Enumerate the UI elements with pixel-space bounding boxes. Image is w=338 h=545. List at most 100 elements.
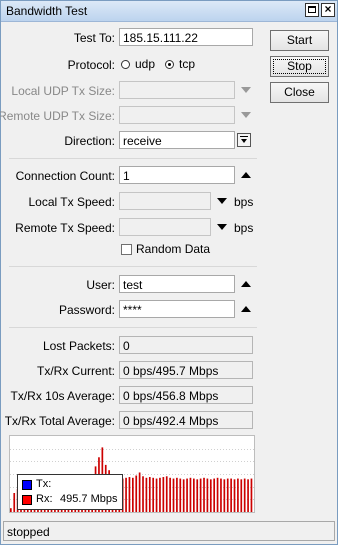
local-tx-speed-unit: bps (234, 195, 254, 209)
rx-bar (172, 478, 175, 512)
protocol-label: Protocol: (67, 58, 115, 72)
rx-bar (250, 478, 253, 512)
connection-count-label: Connection Count: (15, 169, 115, 183)
rx-bar (209, 479, 212, 512)
remote-tx-speed-unit: bps (234, 221, 254, 235)
lost-packets-value: 0 (119, 336, 253, 354)
local-tx-speed-input[interactable] (119, 192, 211, 210)
rx-bar (179, 478, 182, 512)
rx-bar (10, 508, 12, 512)
rx-bar (132, 477, 134, 512)
rx-legend-label: Rx: (36, 493, 53, 505)
protocol-tcp-label: tcp (179, 57, 196, 71)
graph-legend: Tx: Rx: 495.7 Mbps (17, 474, 123, 510)
local-udp-tx-size-input[interactable] (119, 81, 235, 99)
test-to-input[interactable]: 185.15.111.22 (119, 28, 253, 46)
rx-bar (199, 478, 202, 512)
test-to-label: Test To: (73, 31, 115, 45)
local-tx-speed-dropdown-icon[interactable] (217, 198, 227, 204)
password-collapse-icon[interactable] (241, 306, 251, 312)
stop-button[interactable]: Stop (270, 56, 329, 77)
rx-bar (189, 477, 192, 512)
tx-rx-10s-average-label: Tx/Rx 10s Average: (10, 389, 116, 403)
rx-bar (216, 477, 219, 512)
rx-bar (13, 493, 16, 512)
protocol-udp-radio[interactable] (121, 60, 130, 69)
start-button[interactable]: Start (270, 30, 329, 51)
random-data-label: Random Data (136, 242, 211, 256)
rx-bar (142, 476, 144, 512)
local-tx-speed-label: Local Tx Speed: (28, 195, 115, 209)
password-label: Password: (58, 303, 115, 317)
direction-dropdown-icon[interactable] (237, 133, 251, 147)
close-window-button[interactable]: × (321, 3, 335, 17)
rx-bar (247, 479, 249, 512)
window-title: Bandwidth Test (6, 4, 88, 18)
restore-button[interactable] (305, 3, 319, 17)
rx-bar (243, 478, 246, 512)
rx-bar (226, 478, 229, 512)
rx-bar (223, 479, 226, 512)
rx-bar (152, 477, 155, 512)
remote-tx-speed-input[interactable] (119, 218, 211, 236)
lost-packets-label: Lost Packets: (42, 339, 115, 353)
rx-bar (203, 477, 205, 512)
rx-bar (193, 478, 195, 512)
separator (9, 327, 257, 328)
rx-bar (220, 478, 222, 512)
user-input[interactable]: test (119, 275, 235, 293)
user-label: User: (86, 278, 115, 292)
protocol-udp-label: udp (135, 57, 156, 71)
protocol-tcp-radio[interactable] (165, 60, 174, 69)
traffic-graph: Tx: Rx: 495.7 Mbps (9, 435, 255, 513)
rx-bar (230, 478, 232, 512)
rx-bar (145, 477, 148, 512)
rx-bar (148, 477, 151, 512)
remote-udp-tx-size-dropdown-icon[interactable] (241, 112, 251, 118)
close-button[interactable]: Close (270, 82, 329, 103)
rx-legend-swatch (22, 495, 32, 505)
remote-tx-speed-label: Remote Tx Speed: (15, 221, 115, 235)
rx-bar (159, 477, 161, 512)
rx-bar (233, 479, 236, 512)
rx-bar (206, 478, 209, 512)
rx-bar (128, 477, 131, 512)
rx-bar (196, 479, 199, 512)
tx-legend-label: Tx: (36, 478, 52, 490)
connection-count-input[interactable]: 1 (119, 166, 235, 184)
remote-udp-tx-size-input[interactable] (119, 106, 235, 124)
rx-bar (176, 477, 178, 512)
rx-bar (165, 476, 168, 512)
tx-rx-total-average-value: 0 bps/492.4 Mbps (119, 411, 253, 429)
remote-udp-tx-size-label: Remote UDP Tx Size: (0, 109, 115, 123)
bandwidth-test-window: Bandwidth Test × Start Stop Close Test T… (0, 0, 338, 545)
tx-rx-total-average-label: Tx/Rx Total Average: (4, 414, 115, 428)
tx-rx-current-value: 0 bps/495.7 Mbps (119, 361, 253, 379)
status-bar: stopped (3, 521, 335, 541)
direction-label: Direction: (64, 134, 115, 148)
tx-rx-current-label: Tx/Rx Current: (36, 364, 115, 378)
password-input[interactable]: **** (119, 300, 235, 318)
rx-bar (162, 477, 165, 512)
rx-bar (138, 472, 141, 512)
remote-tx-speed-dropdown-icon[interactable] (217, 224, 227, 230)
title-bar[interactable]: Bandwidth Test × (1, 1, 337, 22)
rx-bar (155, 478, 158, 512)
rx-bar (213, 478, 216, 512)
user-collapse-icon[interactable] (241, 281, 251, 287)
rx-bar (186, 478, 188, 512)
direction-select[interactable]: receive (119, 131, 235, 149)
rx-legend-value: 495.7 Mbps (60, 493, 118, 505)
rx-bar (240, 479, 243, 512)
rx-bar (237, 478, 239, 512)
rx-bar (135, 475, 138, 512)
connection-count-collapse-icon[interactable] (241, 172, 251, 178)
random-data-checkbox[interactable] (121, 244, 132, 255)
tx-legend-swatch (22, 480, 32, 490)
separator (9, 266, 257, 267)
local-udp-tx-size-dropdown-icon[interactable] (241, 87, 251, 93)
separator (9, 158, 257, 159)
rx-bar (125, 477, 127, 512)
rx-bar (169, 477, 171, 512)
rx-bar (182, 479, 185, 512)
